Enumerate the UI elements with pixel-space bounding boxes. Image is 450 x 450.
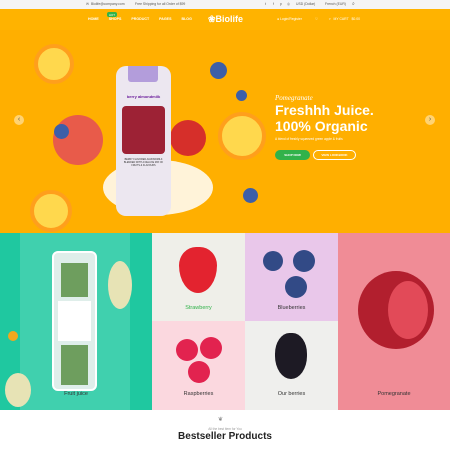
login-link[interactable]: Login/Register (280, 17, 302, 21)
category-label: Fruit juice (64, 391, 88, 397)
category-strawberry[interactable]: Strawberry (152, 233, 245, 321)
envelope-icon: ✉ (86, 2, 89, 6)
site-logo[interactable]: ❀Biolife (208, 14, 243, 25)
bottle-label (58, 301, 91, 341)
bottle-text: BERRY FLAVORED ALMONDMILK BLENDED WITH A… (123, 158, 164, 167)
view-lookbook-button[interactable]: VIEW LOOKBOOK (313, 150, 356, 160)
facebook-icon[interactable]: f (273, 2, 274, 6)
category-grid: Fruit juice Strawberry Blueberries Pomeg… (0, 233, 450, 410)
category-fruit-juice[interactable]: Fruit juice (0, 233, 152, 410)
blueberry (210, 62, 227, 79)
hero-slider: berry almondmilk BERRY FLAVORED ALMONDMI… (0, 30, 450, 233)
blueberry (236, 90, 247, 101)
pomegranate-seeds (388, 281, 428, 339)
blueberry (293, 250, 315, 272)
hero-title-line1: Freshhh Juice. (275, 102, 374, 118)
category-label: Our berries (277, 391, 306, 397)
leaf-icon: ❦ (218, 417, 224, 423)
category-label: Blueberries (277, 305, 306, 311)
bottle-cap (128, 66, 158, 82)
twitter-icon[interactable]: t (265, 2, 266, 6)
search-icon[interactable]: ⌕ (352, 1, 355, 7)
logo-text: Biolife (215, 14, 244, 24)
prev-arrow-icon[interactable]: ‹ (14, 115, 24, 125)
nav-product[interactable]: PRODUCT (131, 17, 149, 21)
bestseller-section: ❦ All the best item for You Bestseller P… (0, 410, 450, 450)
category-label: Strawberry (185, 305, 212, 311)
shop-now-button[interactable]: SHOP NOW (275, 150, 310, 160)
category-raspberries[interactable]: Raspberries (152, 321, 245, 410)
hero-content: Pomegranate Freshhh Juice. 100% Organic … (275, 94, 374, 141)
main-header: HOME SHOPS PRODUCT PAGES BLOG HOT ❀Bioli… (0, 9, 450, 30)
next-arrow-icon[interactable]: › (425, 115, 435, 125)
category-label: Pomegranate (377, 391, 411, 397)
orange-slice (218, 112, 266, 160)
bottle-art (61, 345, 88, 385)
orange-slice (30, 190, 72, 232)
berry (8, 331, 18, 341)
cart-total: $0.00 (351, 17, 361, 21)
hero-title-line2: 100% Organic (275, 118, 368, 134)
nav-pages[interactable]: PAGES (159, 17, 171, 21)
email-link[interactable]: Biolife@company.com (91, 2, 125, 6)
hot-badge: HOT (107, 12, 117, 17)
currency-select[interactable]: USD (Dollar) (296, 2, 315, 6)
pear-half (108, 261, 132, 309)
heart-icon[interactable]: ♡ (315, 17, 318, 21)
hero-tagline: Pomegranate (275, 94, 313, 102)
juice-bottle (52, 251, 97, 391)
pinterest-icon[interactable]: p (280, 2, 282, 6)
apple (170, 120, 206, 156)
cart-label[interactable]: MY CART (334, 17, 349, 21)
nav-home[interactable]: HOME (88, 17, 99, 21)
blueberry (263, 251, 283, 271)
top-bar: ✉ Biolife@company.com Free Shipping for … (0, 0, 450, 9)
main-nav: HOME SHOPS PRODUCT PAGES BLOG (88, 17, 201, 21)
bottle-label: berry almondmilk (126, 94, 161, 99)
shipping-notice: Free Shipping for all Order of $99 (135, 2, 186, 6)
language-select[interactable]: French (EUR) (325, 2, 346, 6)
hero-subtitle: A blend of freshly squeezed green apple … (275, 137, 343, 141)
category-pomegranate[interactable]: Pomegranate (338, 233, 450, 410)
blueberry (243, 188, 258, 203)
category-blueberries[interactable]: Blueberries (245, 233, 338, 321)
strawberry (179, 247, 217, 293)
cart-icon[interactable]: ▿ (329, 17, 331, 21)
category-label: Raspberries (183, 391, 214, 397)
user-icon: ● (277, 17, 280, 21)
berries-graphic (122, 106, 165, 154)
raspberry (200, 337, 222, 359)
apple (53, 115, 103, 165)
juice-bottle: berry almondmilk BERRY FLAVORED ALMONDMI… (116, 66, 171, 216)
bestseller-title: Bestseller Products (178, 431, 272, 442)
blueberry (285, 276, 307, 298)
pear-half (5, 373, 31, 407)
blackberry (275, 333, 307, 379)
category-our-berries[interactable]: Our berries (245, 321, 338, 410)
header-actions: ● Login/Register ♡ ▿ MY CART $0.00 (277, 17, 360, 21)
raspberry (188, 361, 210, 383)
nav-shops[interactable]: SHOPS (109, 17, 122, 21)
leaf-icon: ❀ (208, 14, 216, 24)
orange-slice (34, 44, 74, 84)
bottle-art (61, 263, 88, 297)
blueberry (54, 124, 69, 139)
nav-blog[interactable]: BLOG (181, 17, 191, 21)
instagram-icon[interactable]: ◎ (287, 2, 290, 6)
raspberry (176, 339, 198, 361)
